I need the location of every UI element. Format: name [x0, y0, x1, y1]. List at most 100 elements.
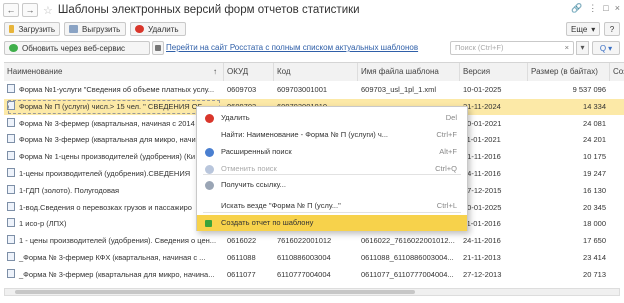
cell-version: 27-12-2013: [463, 267, 527, 283]
more-button[interactable]: Еще ▾: [566, 22, 600, 36]
column-code-label: Код: [277, 67, 291, 76]
main-toolbar: Загрузить Выгрузить Удалить Еще ▾ ?: [0, 21, 624, 38]
cell-name: 1-ГДП (золото). Полугодовая: [7, 183, 221, 199]
horizontal-scrollbar[interactable]: [4, 288, 620, 296]
cell-size: 24 081: [528, 116, 606, 132]
cell-version: 10-01-2025: [463, 82, 527, 98]
column-header-okud[interactable]: ОКУД: [224, 63, 274, 81]
column-header-file[interactable]: Имя файла шаблона: [358, 63, 460, 81]
code-text: 7616022001012: [277, 236, 332, 246]
cell-name: Форма № 1-цены производителей (удобрения…: [7, 149, 221, 165]
size-text: 9 537 096: [572, 85, 606, 94]
column-version-label: Версия: [463, 67, 491, 76]
cell-name: Форма №1-услуги "Сведения об объеме плат…: [7, 82, 221, 98]
load-button[interactable]: Загрузить: [4, 22, 60, 36]
size-text: 16 130: [583, 185, 606, 195]
menu-item-label: Расширенный поиск: [221, 147, 292, 156]
size-text: 18 000: [583, 219, 606, 229]
favorite-star-icon[interactable]: ☆: [43, 4, 53, 17]
version-text: 21-11-2016: [463, 152, 501, 162]
delete-button[interactable]: Удалить: [130, 22, 186, 36]
load-label: Загрузить: [18, 24, 55, 34]
name-text: _Форма № 3-фермер КФХ (квартальная, начи…: [19, 253, 206, 262]
column-header-size[interactable]: Размер (в байтах): [528, 63, 610, 81]
cell-version: 24-11-2016: [463, 166, 527, 182]
cell-okud: 0616022: [227, 233, 273, 249]
maximize-icon[interactable]: □: [603, 3, 608, 14]
column-header-version[interactable]: Версия: [460, 63, 528, 81]
size-text: 17 650: [583, 236, 606, 246]
menu-item-5[interactable]: Получить ссылку...: [197, 177, 467, 193]
help-button[interactable]: ?: [604, 22, 620, 36]
table-row[interactable]: Форма №1-услуги "Сведения об объеме плат…: [4, 82, 624, 98]
cell-file: 0611077_6110777004004...: [361, 267, 459, 283]
column-header-name[interactable]: Наименование ↑: [4, 63, 224, 81]
file-text: 0611077_6110777004004...: [361, 269, 454, 279]
size-text: 10 175: [583, 152, 606, 162]
cell-name: _Форма № 3-фермер КФХ (квартальная, начи…: [7, 250, 221, 266]
document-icon: [7, 184, 15, 194]
help-icon: ?: [609, 24, 615, 34]
table-row[interactable]: _Форма № 3-фермер (квартальная для микро…: [4, 267, 624, 283]
cell-name: 1-вод.Сведения о перевозках грузов и пас…: [7, 200, 221, 216]
clear-icon[interactable]: ×: [565, 43, 569, 52]
cell-version: 11-01-2016: [463, 216, 527, 232]
search-button[interactable]: Q ▾: [592, 41, 620, 55]
search-input[interactable]: Поиск (Ctrl+F) ×: [450, 41, 574, 55]
name-text: 1 - цены производителей (удобрения). Све…: [19, 236, 217, 246]
menu-item-1[interactable]: Удалить Del: [197, 110, 467, 126]
cell-name: 1-цены производителей (удобрения).СВЕДЕН…: [7, 166, 221, 182]
size-text: 24 201: [583, 135, 606, 145]
menu-item-label: Удалить: [221, 113, 250, 122]
menu-item-label: Найти: Наименование - Форма № П (услуги)…: [221, 130, 388, 139]
version-text: 21-11-2013: [463, 253, 501, 262]
wrench-icon: [155, 45, 161, 51]
size-text: 19 247: [583, 169, 606, 178]
document-icon: [7, 151, 15, 161]
rosstat-link[interactable]: Перейти на сайт Росстата с полным списко…: [166, 43, 418, 52]
cell-code: 6110777004004: [277, 267, 357, 283]
back-button[interactable]: ←: [3, 3, 19, 17]
okud-text: 0611077: [227, 269, 256, 279]
version-text: 11-01-2016: [463, 219, 501, 229]
chevron-down-icon: ▾: [591, 24, 596, 34]
menu-item-7[interactable]: Создать отчет по шаблону: [197, 215, 467, 231]
search-placeholder: Поиск (Ctrl+F): [455, 43, 504, 52]
document-icon: [7, 84, 15, 93]
more-vertical-icon[interactable]: ⋮: [588, 3, 597, 14]
cell-size: 20 345: [528, 200, 606, 216]
cell-version: 10-01-2025: [463, 200, 527, 216]
table-row[interactable]: _Форма № 3-фермер КФХ (квартальная, начи…: [4, 250, 624, 266]
size-text: 20 345: [583, 202, 606, 212]
file-text: 0611088_6110886003004...: [361, 253, 454, 262]
link-icon[interactable]: 🔗: [571, 3, 582, 14]
version-text: 21-11-2024: [463, 101, 501, 111]
search-history-button[interactable]: ▾: [576, 41, 589, 55]
cell-size: 18 000: [528, 216, 606, 232]
cell-name: Форма № 3-фермер (квартальная, начиная с…: [7, 116, 221, 132]
update-webservice-button[interactable]: Обновить через веб-сервис: [4, 41, 150, 55]
menu-item-3[interactable]: Расширенный поиск Alt+F: [197, 144, 467, 160]
plus-icon: [205, 220, 212, 227]
menu-item-2[interactable]: Найти: Наименование - Форма № П (услуги)…: [197, 127, 467, 143]
document-icon: [7, 117, 15, 127]
size-text: 24 081: [583, 118, 606, 128]
delete-icon: [135, 25, 144, 33]
column-size-label: Размер (в байтах): [531, 67, 598, 76]
column-header-create[interactable]: Создать: [610, 63, 624, 81]
menu-item-shortcut: Alt+F: [439, 147, 457, 156]
close-icon[interactable]: ×: [615, 3, 620, 14]
column-header-code[interactable]: Код: [274, 63, 358, 81]
cell-size: 9 537 096: [528, 82, 606, 98]
back-arrow-icon: ←: [6, 5, 16, 15]
cell-name: Форма № П (услуги) числ.> 15 чел. " СВЕД…: [7, 99, 221, 115]
menu-item-shortcut: Ctrl+F: [436, 130, 457, 139]
version-text: 17-12-2015: [463, 185, 502, 195]
version-text: 24-11-2016: [463, 169, 501, 178]
settings-button[interactable]: [152, 41, 164, 55]
cell-size: 14 334: [528, 99, 606, 115]
forward-button[interactable]: →: [22, 3, 38, 17]
unload-button[interactable]: Выгрузить: [64, 22, 126, 36]
table-row[interactable]: 1 - цены производителей (удобрения). Све…: [4, 233, 624, 249]
scrollbar-thumb[interactable]: [15, 290, 415, 294]
